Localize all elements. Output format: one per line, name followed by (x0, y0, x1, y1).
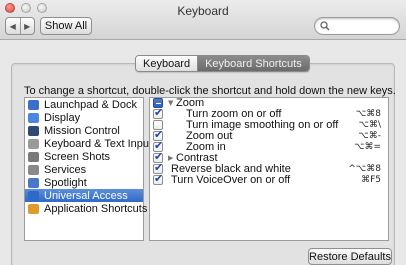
mission-control-icon (28, 125, 39, 136)
shortcut-keys[interactable]: ⌥⌘- (358, 131, 381, 142)
category-item[interactable]: Mission Control (25, 124, 143, 137)
restore-defaults-button[interactable]: Restore Defaults (308, 248, 392, 265)
category-item[interactable]: Application Shortcuts (25, 202, 147, 215)
keyboard-icon (28, 138, 39, 149)
category-label: Keyboard & Text Input (44, 137, 153, 150)
shortcut-keys[interactable]: ⌥⌘\ (359, 120, 381, 131)
shortcut-keys[interactable]: ^⌥⌘8 (348, 164, 381, 175)
tab-bar: Keyboard Keyboard Shortcuts (135, 55, 310, 72)
disclosure-expanded-icon[interactable]: ▼ (168, 98, 173, 109)
show-all-button[interactable]: Show All (40, 17, 92, 35)
window-title: Keyboard (177, 4, 229, 18)
spotlight-icon (28, 177, 39, 188)
shortcut-row[interactable]: Turn VoiceOver on or off ⌘F5 (150, 173, 388, 186)
screenshot-icon (28, 151, 39, 162)
category-label: Screen Shots (44, 150, 111, 163)
shortcut-keys[interactable]: ⌥⌘8 (356, 109, 381, 120)
category-label: Application Shortcuts (44, 202, 148, 215)
universal-access-icon (28, 190, 39, 201)
category-item[interactable]: Screen Shots (25, 150, 143, 163)
shortcut-label: Turn VoiceOver on or off (171, 174, 291, 186)
category-label: Services (44, 163, 87, 176)
tab-keyboard-shortcuts[interactable]: Keyboard Shortcuts (197, 56, 309, 71)
forward-arrow-icon[interactable]: ▶ (19, 18, 35, 34)
instructions-text: To change a shortcut, double-click the s… (24, 85, 396, 97)
category-list[interactable]: Launchpad & Dock Display Mission Control Ke… (24, 97, 152, 241)
category-item[interactable]: Spotlight (25, 176, 143, 189)
category-label: Mission Control (44, 124, 120, 137)
search-icon (320, 21, 330, 34)
category-label: Launchpad & Dock (44, 98, 137, 111)
category-item[interactable]: Universal Access (25, 189, 143, 202)
launchpad-icon (28, 99, 39, 110)
category-item[interactable]: Display (25, 111, 143, 124)
category-label: Display (44, 111, 81, 124)
display-icon (28, 112, 39, 123)
window-toolbar: Keyboard ◀ ▶ Show All (0, 0, 406, 40)
search-input[interactable] (333, 19, 395, 33)
shortcut-keys[interactable]: ⌥⌘= (354, 142, 381, 153)
shortcut-list[interactable]: ▼ZoomTurn zoom on or off⌥⌘8Turn image sm… (149, 97, 389, 241)
category-item[interactable]: Services (25, 163, 143, 176)
tab-keyboard[interactable]: Keyboard (136, 56, 198, 71)
shortcut-checkbox[interactable] (153, 107, 163, 119)
app-shortcuts-icon (28, 203, 39, 214)
search-field[interactable] (314, 17, 400, 35)
category-item[interactable]: Launchpad & Dock (25, 98, 143, 111)
shortcut-keys[interactable]: ⌘F5 (361, 175, 381, 186)
shortcut-checkbox[interactable] (153, 173, 163, 185)
back-arrow-icon[interactable]: ◀ (6, 18, 20, 34)
category-label: Spotlight (44, 176, 87, 189)
category-item[interactable]: Keyboard & Text Input (25, 137, 152, 150)
services-icon (28, 164, 39, 175)
back-forward-control: ◀ ▶ (5, 17, 35, 35)
category-label: Universal Access (44, 189, 128, 202)
